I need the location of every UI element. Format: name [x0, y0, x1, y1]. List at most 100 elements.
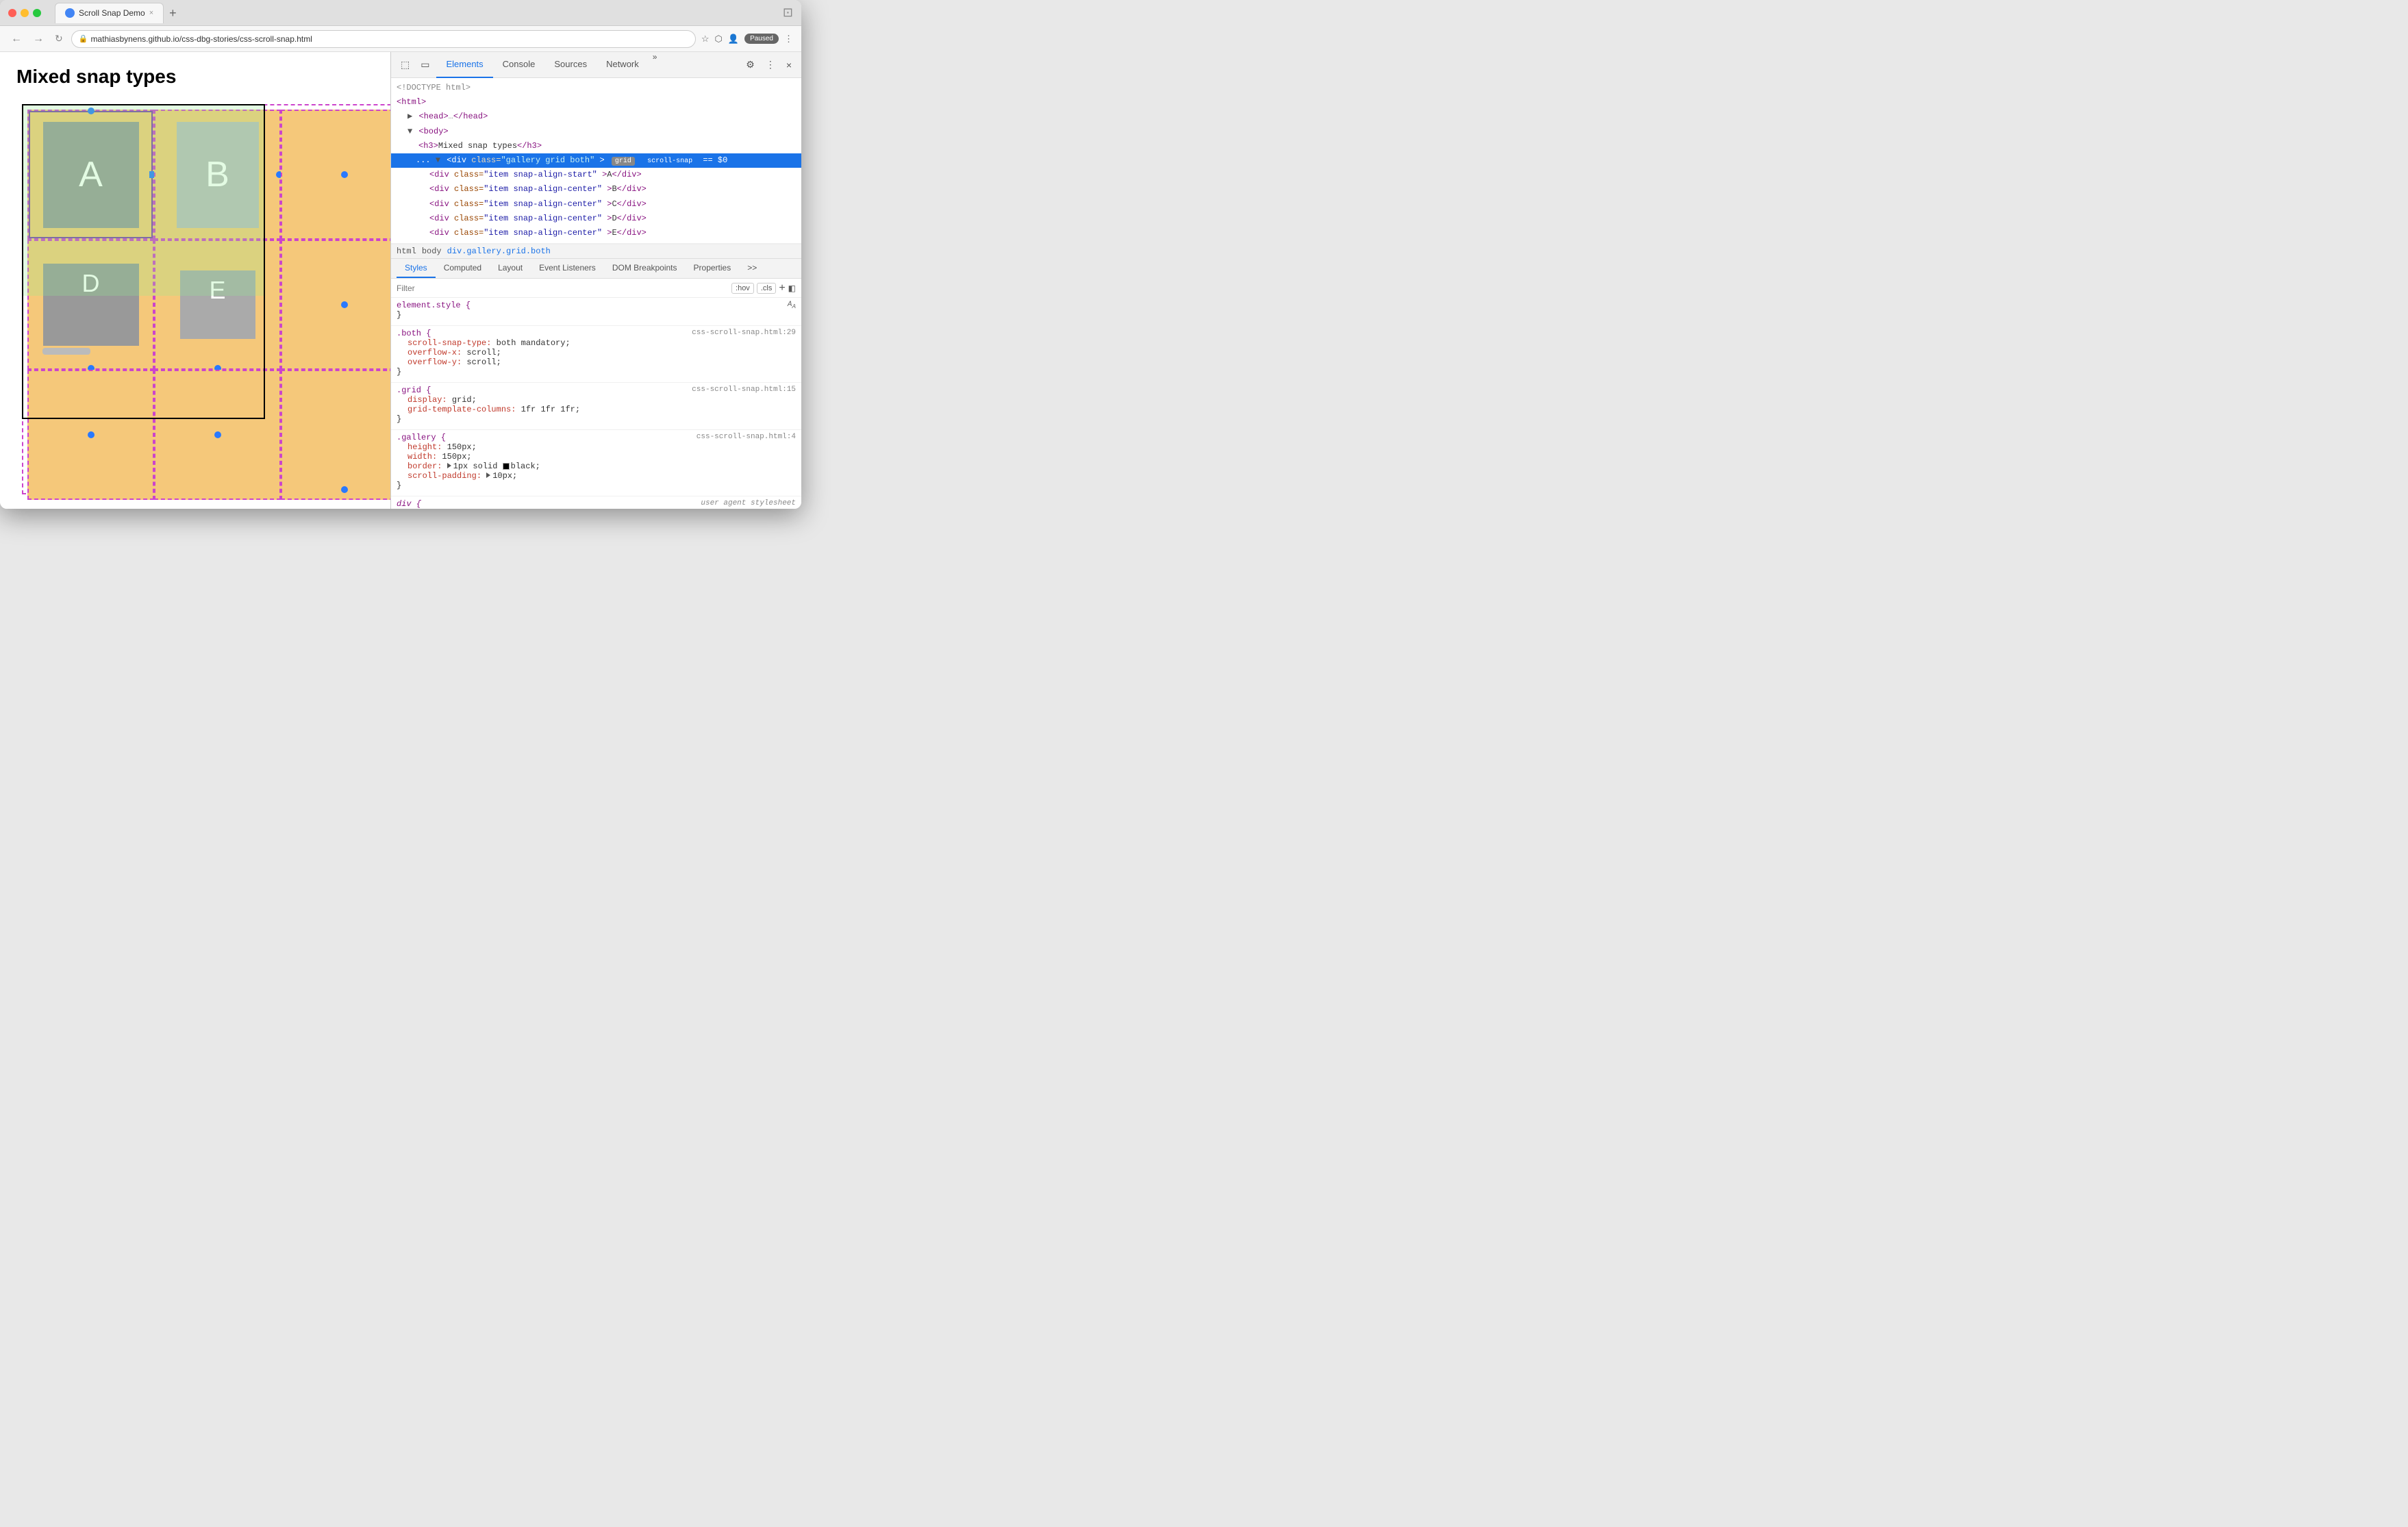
fullscreen-button[interactable]: [33, 9, 41, 17]
menu-button[interactable]: ⋮: [784, 34, 793, 45]
forward-button[interactable]: →: [30, 30, 47, 48]
panel-tabs: Styles Computed Layout Event Listeners D…: [391, 259, 801, 279]
devtools-more-button[interactable]: ⋮: [762, 56, 779, 73]
filter-bar: :hov .cls + ◧: [391, 279, 801, 298]
tab-bar: Scroll Snap Demo × +: [55, 3, 177, 23]
color-swatch-black[interactable]: [503, 463, 510, 470]
profile-icon[interactable]: 👤: [728, 34, 739, 45]
breadcrumb-body[interactable]: body: [422, 247, 442, 256]
tab-event-listeners[interactable]: Event Listeners: [531, 259, 604, 278]
tab-computed[interactable]: Computed: [436, 259, 490, 278]
hov-button[interactable]: :hov: [731, 283, 754, 294]
content-area: Mixed snap types A: [0, 52, 801, 509]
css-prop-overflow-y: overflow-y: scroll;: [397, 357, 796, 367]
border-expand-icon[interactable]: [447, 463, 451, 468]
snap-item-f: [281, 240, 390, 370]
css-selector-gallery-row: .gallery { css-scroll-snap.html:4: [397, 433, 796, 442]
more-tabs-button[interactable]: »: [649, 52, 662, 78]
css-rule-div-ua: div { user agent stylesheet display: blo…: [391, 496, 801, 509]
dom-doctype[interactable]: <!DOCTYPE html>: [391, 81, 801, 95]
cls-button[interactable]: .cls: [757, 283, 777, 294]
dom-html[interactable]: <html>: [391, 95, 801, 110]
dom-body[interactable]: ▼ <body>: [391, 125, 801, 139]
css-close-element: }: [397, 310, 796, 320]
device-toggle-button[interactable]: ▭: [416, 56, 434, 73]
lock-icon: 🔒: [79, 34, 88, 43]
back-button[interactable]: ←: [8, 30, 25, 48]
css-prop-display-grid: display: grid;: [397, 395, 796, 405]
snap-item-g: [27, 370, 154, 500]
tab-properties[interactable]: Properties: [686, 259, 740, 278]
css-rule-element-style: element.style { AA }: [391, 298, 801, 326]
css-rule-gallery: .gallery { css-scroll-snap.html:4 height…: [391, 430, 801, 496]
tab-sources[interactable]: Sources: [544, 52, 597, 78]
scroll-padding-expand-icon[interactable]: [486, 472, 490, 478]
snap-item-b: B: [154, 110, 281, 240]
paused-badge: Paused: [744, 34, 779, 44]
css-prop-width: width: 150px;: [397, 452, 796, 462]
webpage: Mixed snap types A: [0, 52, 390, 509]
new-tab-button[interactable]: +: [169, 7, 177, 19]
css-rule-grid: .grid { css-scroll-snap.html:15 display:…: [391, 383, 801, 430]
css-prop-grid-template: grid-template-columns: 1fr 1fr 1fr;: [397, 405, 796, 414]
dom-item-b[interactable]: <div class="item snap-align-center" >B</…: [391, 182, 801, 197]
tab-styles[interactable]: Styles: [397, 259, 436, 278]
tab-elements[interactable]: Elements: [436, 52, 492, 78]
tab-console[interactable]: Console: [493, 52, 545, 78]
dom-head[interactable]: ▶ <head>…</head>: [391, 110, 801, 124]
snap-dot-c: [341, 171, 348, 178]
scroll-demo: A B D: [16, 99, 390, 496]
close-button[interactable]: [8, 9, 16, 17]
dom-h3[interactable]: <h3>Mixed snap types</h3>: [391, 139, 801, 153]
css-prop-overflow-x: overflow-x: scroll;: [397, 348, 796, 357]
toggle-sidebar-button[interactable]: ◧: [788, 283, 796, 293]
browser-window: Scroll Snap Demo × + ⊡ ← → ↻ 🔒 mathiasby…: [0, 0, 801, 509]
tab-more-panel[interactable]: >>: [739, 259, 765, 278]
css-selector-div-ua-row: div { user agent stylesheet: [397, 499, 796, 509]
snap-item-e: E: [154, 240, 281, 370]
bookmark-icon[interactable]: ☆: [701, 34, 710, 45]
reload-button[interactable]: ↻: [52, 30, 66, 47]
dom-div-selected[interactable]: ... ▼ <div class="gallery grid both" > g…: [391, 153, 801, 168]
dom-item-a[interactable]: <div class="item snap-align-start" >A</d…: [391, 168, 801, 182]
extension-icon[interactable]: ⬡: [715, 34, 723, 45]
tab-layout[interactable]: Layout: [490, 259, 531, 278]
breadcrumb-html[interactable]: html: [397, 247, 416, 256]
dom-item-e[interactable]: <div class="item snap-align-center" >E</…: [391, 226, 801, 240]
tab-title: Scroll Snap Demo: [79, 8, 145, 18]
snap-item-i: [281, 370, 390, 500]
css-prop-border: border: 1px solid black;: [397, 462, 796, 471]
css-prop-scroll-padding: scroll-padding: 10px;: [397, 471, 796, 481]
window-control: ⊡: [783, 5, 793, 20]
inspect-element-button[interactable]: ⬚: [397, 56, 414, 73]
active-tab[interactable]: Scroll Snap Demo ×: [55, 3, 164, 23]
title-bar: Scroll Snap Demo × + ⊡: [0, 0, 801, 26]
css-close-both: }: [397, 367, 796, 377]
breadcrumb-bar: html body div.gallery.grid.both: [391, 244, 801, 259]
devtools-close-button[interactable]: ×: [782, 57, 796, 73]
breadcrumb-div[interactable]: div.gallery.grid.both: [447, 247, 551, 256]
filter-input[interactable]: [397, 283, 729, 293]
add-style-button[interactable]: +: [779, 282, 785, 294]
css-selector-both-row: .both { css-scroll-snap.html:29: [397, 329, 796, 338]
tab-dom-breakpoints[interactable]: DOM Breakpoints: [604, 259, 686, 278]
minimize-button[interactable]: [21, 9, 29, 17]
devtools-panel: ⬚ ▭ Elements Console Sources Network: [390, 52, 801, 509]
snap-dot-h: [214, 431, 221, 438]
address-bar[interactable]: 🔒 mathiasbynens.github.io/css-dbg-storie…: [71, 30, 696, 48]
css-close-gallery: }: [397, 481, 796, 490]
tab-close-button[interactable]: ×: [149, 9, 153, 17]
snap-item-d: D: [27, 240, 154, 370]
item-label-b: B: [177, 122, 259, 228]
snap-dot-i: [341, 486, 348, 493]
css-selector-element: element.style { AA: [397, 301, 796, 310]
dom-item-c[interactable]: <div class="item snap-align-center" >C</…: [391, 197, 801, 212]
devtools-settings-button[interactable]: ⚙: [742, 56, 759, 73]
css-selector-grid-row: .grid { css-scroll-snap.html:15: [397, 386, 796, 395]
tab-network[interactable]: Network: [597, 52, 649, 78]
dom-item-d[interactable]: <div class="item snap-align-center" >D</…: [391, 212, 801, 226]
snap-dot-f: [341, 301, 348, 308]
traffic-lights: [8, 9, 41, 17]
item-label-e: E: [180, 270, 255, 339]
snap-dot-a-top: [88, 108, 95, 114]
